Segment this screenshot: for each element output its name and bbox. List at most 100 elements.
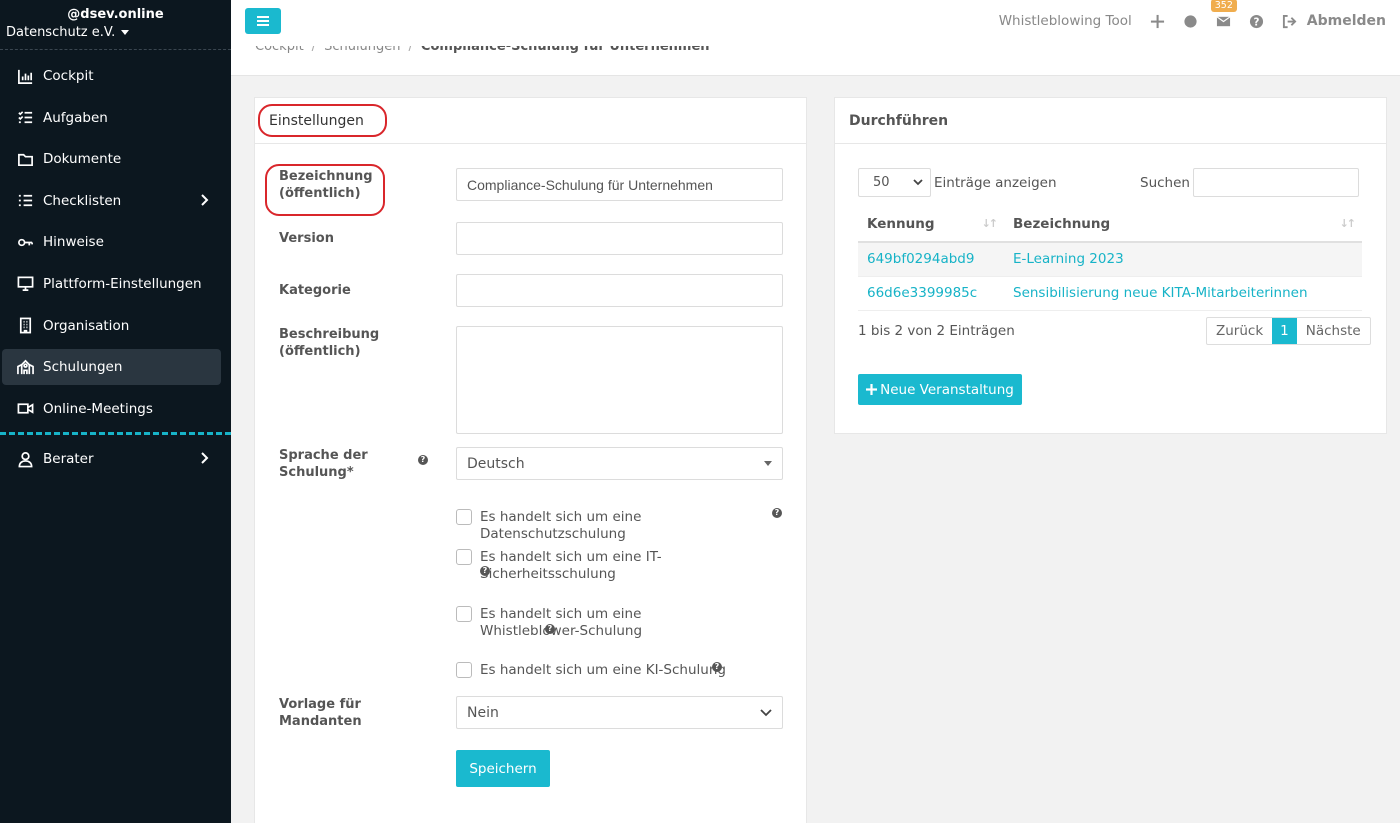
sidebar-item-aufgaben[interactable]: Aufgaben: [2, 100, 221, 136]
description-textarea[interactable]: [456, 326, 783, 434]
building-icon: [16, 317, 34, 335]
topbar-actions: Whistleblowing Tool 352 ? Abmelden: [999, 0, 1386, 42]
events-table: Kennung ↓↑ Bezeichnung ↓↑ 649bf0294abd9 E-…: [858, 207, 1362, 311]
sidebar-item-dokumente[interactable]: Dokumente: [2, 141, 221, 177]
table-row: 66d6e3399985c Sensibilisierung neue KITA…: [858, 276, 1362, 311]
checkbox-label: Es handelt sich um eine Datenschutzschul…: [480, 509, 642, 542]
checkbox-label: Es handelt sich um eine Whistleblower-Sc…: [480, 606, 643, 639]
column-header-bezeichnung[interactable]: Bezeichnung ↓↑: [1004, 207, 1362, 243]
execute-panel: Durchführen 50 Einträge anzeigen Suchen …: [834, 97, 1387, 434]
sidebar-item-berater[interactable]: Berater: [2, 441, 221, 477]
svg-text:?: ?: [1253, 16, 1259, 28]
help-icon[interactable]: ?: [480, 566, 490, 576]
new-event-label: Neue Veranstaltung: [880, 381, 1014, 398]
version-input[interactable]: [456, 222, 783, 255]
name-label: Bezeichnung (öffentlich): [279, 169, 373, 201]
new-event-button[interactable]: Neue Veranstaltung: [858, 374, 1022, 405]
checkbox[interactable]: [456, 662, 472, 678]
page-length-label: Einträge anzeigen: [934, 175, 1057, 191]
help-icon[interactable]: ?: [545, 624, 555, 634]
school-icon: [16, 358, 34, 376]
chart-icon: [16, 67, 34, 85]
settings-panel-title: Einstellungen: [255, 98, 806, 144]
table-row: 649bf0294abd9 E-Learning 2023: [858, 242, 1362, 277]
save-button[interactable]: Speichern: [456, 750, 550, 787]
checkbox-it-sicherheit[interactable]: Es handelt sich um eine IT-Sicherheitssc…: [456, 549, 780, 583]
folder-icon: [16, 150, 34, 168]
row-name-link[interactable]: Sensibilisierung neue KITA-Mitarbeiterin…: [1004, 276, 1362, 311]
sidebar-item-label: Checklisten: [43, 192, 122, 209]
sidebar-item-label: Online-Meetings: [43, 400, 153, 417]
status-dot-icon[interactable]: [1183, 14, 1198, 29]
checkbox-datenschutz[interactable]: Es handelt sich um eine Datenschutzschul…: [456, 509, 780, 543]
whistleblowing-tool-link[interactable]: Whistleblowing Tool: [999, 13, 1132, 29]
sidebar-item-label: Plattform-Einstellungen: [43, 275, 202, 292]
settings-panel: Einstellungen Bezeichnung (öffentlich) V…: [254, 97, 807, 823]
checkbox-ki[interactable]: Es handelt sich um eine KI-Schulung: [456, 662, 780, 679]
category-input[interactable]: [456, 274, 783, 307]
logout-label: Abmelden: [1306, 13, 1386, 29]
plus-icon: [866, 384, 878, 395]
row-id-link[interactable]: 66d6e3399985c: [858, 276, 1004, 311]
language-label: Sprache der Schulung*: [279, 448, 368, 480]
sidebar-item-checklisten[interactable]: Checklisten: [2, 183, 221, 219]
search-input[interactable]: [1193, 168, 1359, 197]
help-icon[interactable]: ?: [1249, 14, 1264, 29]
topbar: Whistleblowing Tool 352 ? Abmelden: [231, 0, 1400, 46]
plus-icon[interactable]: [1150, 14, 1165, 29]
help-icon[interactable]: ?: [712, 662, 722, 672]
page-length-value: 50: [873, 175, 890, 190]
sidebar-item-plattform-einstellungen[interactable]: Plattform-Einstellungen: [2, 266, 221, 302]
brand: @dsev.online Datenschutz e.V.: [0, 0, 231, 50]
site-name: @dsev.online: [67, 7, 164, 22]
menu-toggle-button[interactable]: [245, 8, 281, 34]
sidebar-item-label: Hinweise: [43, 234, 104, 251]
sidebar-item-label: Berater: [43, 451, 94, 468]
sidebar-item-label: Dokumente: [43, 151, 122, 168]
sidebar: @dsev.online Datenschutz e.V. Cockpit Au…: [0, 0, 231, 823]
key-icon: [16, 233, 34, 251]
sidebar-nav: Cockpit Aufgaben Dokumente Checklisten H…: [0, 58, 231, 427]
help-icon[interactable]: ?: [418, 455, 428, 465]
messages-button[interactable]: 352: [1210, 0, 1237, 29]
breadcrumb-cockpit[interactable]: Cockpit: [255, 46, 304, 54]
list-icon: [16, 192, 34, 210]
sidebar-item-label: Organisation: [43, 317, 130, 334]
caret-down-icon: [121, 30, 130, 35]
help-icon[interactable]: ?: [772, 508, 782, 518]
checkbox[interactable]: [456, 549, 472, 565]
table-info: 1 bis 2 von 2 Einträgen: [858, 323, 1015, 339]
pagination-next[interactable]: Nächste: [1297, 318, 1370, 344]
row-id-link[interactable]: 649bf0294abd9: [858, 242, 1004, 277]
logout-icon: [1282, 14, 1297, 28]
breadcrumb-schulungen[interactable]: Schulungen: [324, 46, 400, 54]
pagination-prev[interactable]: Zurück: [1207, 318, 1272, 344]
row-name-link[interactable]: E-Learning 2023: [1004, 242, 1362, 277]
checkbox-whistleblower[interactable]: Es handelt sich um eine Whistleblower-Sc…: [456, 606, 735, 640]
name-input[interactable]: [456, 168, 783, 201]
sidebar-item-online-meetings[interactable]: Online-Meetings: [2, 391, 221, 427]
template-select[interactable]: Nein: [456, 696, 783, 729]
checkbox[interactable]: [456, 606, 472, 622]
logout-button[interactable]: Abmelden: [1282, 13, 1386, 29]
page-length-select[interactable]: 50: [858, 168, 931, 197]
org-switcher[interactable]: Datenschutz e.V.: [6, 25, 231, 40]
description-label: Beschreibung (öffentlich): [279, 327, 380, 359]
column-header-label: Kennung: [867, 216, 935, 232]
column-header-kennung[interactable]: Kennung ↓↑: [858, 207, 1004, 243]
chevron-down-icon: [913, 179, 923, 186]
sidebar-divider: [0, 432, 231, 436]
sidebar-item-cockpit[interactable]: Cockpit: [2, 58, 221, 94]
message-count-badge: 352: [1210, 0, 1237, 12]
pagination-page[interactable]: 1: [1272, 318, 1297, 344]
sort-icon: ↓↑: [981, 217, 999, 230]
sort-icon: ↓↑: [1339, 217, 1357, 230]
sidebar-item-schulungen[interactable]: Schulungen: [2, 349, 221, 386]
checkbox[interactable]: [456, 509, 472, 525]
sidebar-item-hinweise[interactable]: Hinweise: [2, 224, 221, 260]
chevron-right-icon: [199, 452, 209, 468]
language-value: Deutsch: [467, 455, 525, 472]
sidebar-item-organisation[interactable]: Organisation: [2, 308, 221, 344]
language-select[interactable]: Deutsch: [456, 447, 783, 480]
org-name: Datenschutz e.V.: [6, 25, 116, 40]
